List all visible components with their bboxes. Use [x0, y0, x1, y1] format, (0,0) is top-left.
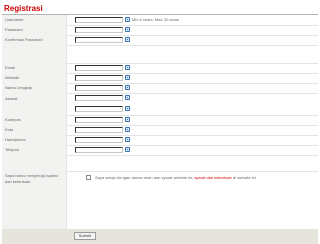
- alamat-label: Alamat: [5, 96, 18, 101]
- agreement-label: Saya harus menyetujui syarat dan ketentu…: [5, 173, 58, 184]
- row-alamat: Alamat: [2, 93, 318, 116]
- help-icon[interactable]: [125, 27, 130, 32]
- username-hint: Min 6 chars. Max 32 chars: [132, 17, 179, 22]
- kodepos-label: Kodepos: [5, 117, 21, 122]
- username-input[interactable]: [75, 17, 123, 23]
- registration-form: Username Min 6 chars. Max 32 chars Passw…: [2, 15, 318, 244]
- telepon-label: Telepon: [5, 147, 20, 152]
- section-spacer: [2, 45, 318, 64]
- help-icon[interactable]: [125, 95, 130, 100]
- help-icon[interactable]: [125, 75, 130, 80]
- section-spacer: [2, 155, 318, 172]
- website-label: Website: [5, 75, 20, 80]
- email-input[interactable]: [75, 65, 123, 71]
- agreement-text: Saya setuju dengan aturan main dan syara…: [95, 175, 256, 180]
- help-icon[interactable]: [125, 117, 130, 122]
- help-icon[interactable]: [125, 37, 130, 42]
- terms-link[interactable]: syarat dan ketentuan: [194, 175, 231, 180]
- alamat-2-input[interactable]: [75, 106, 123, 112]
- password-label: Password: [5, 27, 23, 32]
- handphone-label: Handphone: [5, 137, 26, 142]
- help-icon[interactable]: [125, 85, 130, 90]
- help-icon[interactable]: [125, 65, 130, 70]
- row-agreement: Saya harus menyetujui syarat dan ketentu…: [2, 171, 318, 229]
- nama-lengkap-label: Nama Lengkap: [5, 85, 33, 90]
- username-label: Username: [5, 17, 24, 22]
- handphone-input[interactable]: [75, 137, 123, 143]
- website-input[interactable]: [75, 75, 123, 81]
- help-icon[interactable]: [125, 106, 130, 111]
- confirm-password-input[interactable]: [75, 37, 123, 43]
- kota-label: Kota: [5, 127, 14, 132]
- email-label: Email: [5, 65, 16, 70]
- confirm-password-label: Konfirmasi Password: [5, 37, 43, 42]
- registration-page: Registrasi Username Min 6 chars. Max 32 …: [0, 0, 320, 244]
- help-icon[interactable]: [125, 17, 130, 22]
- page-title: Registrasi: [4, 4, 43, 13]
- submit-button[interactable]: Submit: [74, 232, 96, 240]
- kota-input[interactable]: [75, 127, 123, 133]
- telepon-input[interactable]: [75, 147, 123, 153]
- alamat-input[interactable]: [75, 95, 123, 101]
- help-icon[interactable]: [125, 127, 130, 132]
- nama-lengkap-input[interactable]: [75, 85, 123, 91]
- help-icon[interactable]: [125, 137, 130, 142]
- form-footer: Submit: [2, 229, 318, 244]
- kodepos-input[interactable]: [75, 117, 123, 123]
- help-icon[interactable]: [125, 147, 130, 152]
- password-input[interactable]: [75, 27, 123, 33]
- agreement-checkbox[interactable]: [86, 175, 91, 180]
